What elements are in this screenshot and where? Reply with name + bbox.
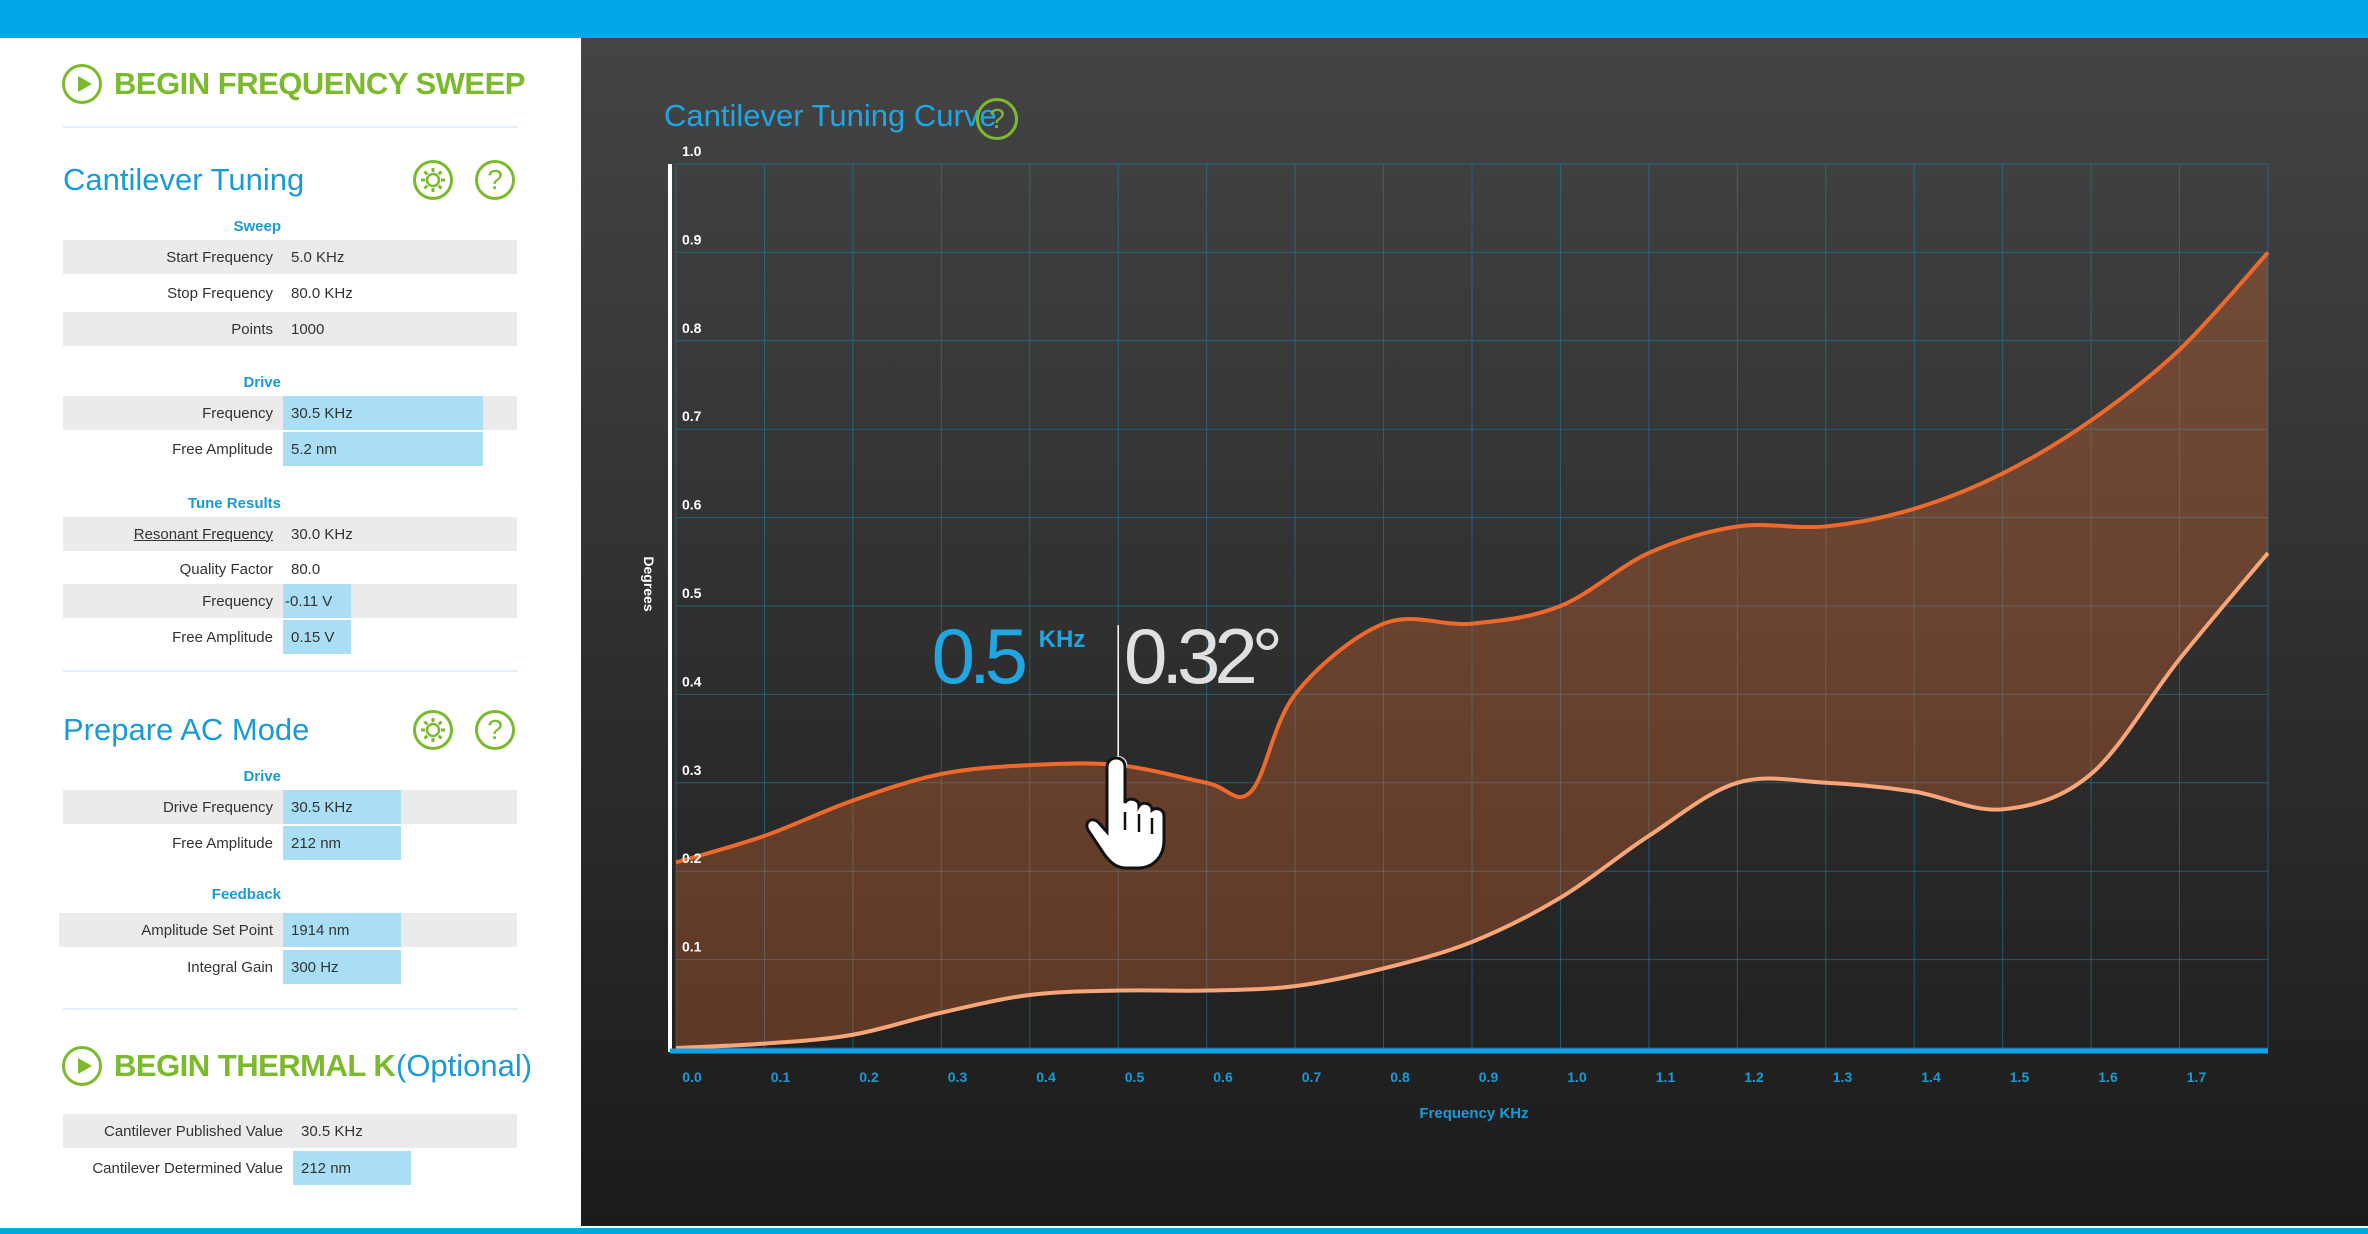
tune-results-heading: Tune Results [187,495,281,512]
result-frequency-input[interactable]: -0.11 V [283,584,351,618]
cantilever-tuning-title: Cantilever Tuning [63,162,305,197]
field-label: Cantilever Published Value [104,1122,283,1140]
gear-icon[interactable] [413,160,453,200]
resonant-frequency-row: Resonant Frequency 30.0 KHz [63,517,517,551]
quality-factor-row: Quality Factor 80.0 [63,552,517,586]
stop-frequency-value[interactable]: 80.0 KHz [283,276,353,310]
chart-panel [581,38,2368,1226]
play-icon [62,1046,102,1086]
field-label: Amplitude Set Point [141,921,273,939]
help-icon[interactable]: ? [976,98,1018,140]
field-label: Free Amplitude [172,834,273,852]
divider [63,670,517,672]
start-frequency-row: Start Frequency 5.0 KHz [63,240,517,274]
cantilever-published-value: 30.5 KHz [301,1122,363,1140]
stop-frequency-row: Stop Frequency 80.0 KHz [63,276,517,310]
start-frequency-value[interactable]: 5.0 KHz [283,240,344,274]
cantilever-determined-row: Cantilever Determined Value 212 nm [63,1151,517,1185]
cantilever-determined-input[interactable]: 212 nm [293,1151,411,1185]
drive-frequency-row: Frequency 30.5 KHz [63,396,517,430]
feedback-heading: Feedback [211,886,281,903]
result-frequency-row: Frequency -0.11 V [63,584,517,618]
field-label: Free Amplitude [172,440,273,458]
play-icon [62,64,102,104]
drive-frequency-input[interactable]: 30.5 KHz [283,396,483,430]
resonant-frequency-value: 30.0 KHz [291,525,353,543]
ac-free-amplitude-row: Free Amplitude 212 nm [63,826,517,860]
optional-label: (Optional) [396,1048,533,1083]
field-label: Stop Frequency [167,284,273,302]
field-label: Frequency [202,404,273,422]
field-label: Frequency [202,592,273,610]
bottom-accent-bar [0,1228,2368,1234]
drive-heading: Drive [243,374,281,391]
begin-thermal-k-label: BEGIN THERMAL K [114,1048,396,1083]
help-icon[interactable]: ? [475,160,515,200]
ac-free-amplitude-input[interactable]: 212 nm [283,826,401,860]
quality-factor-value: 80.0 [291,560,321,578]
drive-free-amplitude-input[interactable]: 5.2 nm [283,432,483,466]
drive-free-amplitude-row: Free Amplitude 5.2 nm [63,432,517,466]
points-row: Points 1000 [63,312,517,346]
result-free-amplitude-row: Free Amplitude 0.15 V [63,620,517,654]
field-label: Points [231,320,273,338]
help-icon[interactable]: ? [475,710,515,750]
gear-icon[interactable] [413,710,453,750]
ac-drive-frequency-input[interactable]: 30.5 KHz [283,790,401,824]
field-label: Drive Frequency [162,798,273,816]
field-label: Start Frequency [166,248,273,266]
ac-drive-frequency-row: Drive Frequency 30.5 KHz [63,790,517,824]
field-label: Quality Factor [179,560,273,578]
top-accent-bar [0,0,2368,38]
field-label: Cantilever Determined Value [92,1159,283,1177]
amplitude-set-point-row: Amplitude Set Point 1914 nm [59,913,517,947]
field-label: Integral Gain [187,958,273,976]
field-label: Free Amplitude [172,628,273,646]
ac-drive-heading: Drive [243,768,281,785]
divider [63,1008,517,1010]
sweep-heading: Sweep [233,218,281,235]
integral-gain-row: Integral Gain 300 Hz [63,950,517,984]
cantilever-published-row: Cantilever Published Value 30.5 KHz [63,1114,517,1148]
amplitude-set-point-input[interactable]: 1914 nm [283,913,401,947]
begin-thermal-k-button[interactable]: BEGIN THERMAL K [62,1046,396,1086]
integral-gain-input[interactable]: 300 Hz [283,950,401,984]
points-value[interactable]: 1000 [283,312,324,346]
chart-title: Cantilever Tuning Curve [664,98,997,133]
resonant-frequency-link[interactable]: Resonant Frequency [63,526,283,543]
divider [63,126,517,128]
prepare-ac-mode-title: Prepare AC Mode [63,712,310,747]
begin-frequency-sweep-button[interactable]: BEGIN FREQUENCY SWEEP [62,64,525,104]
result-free-amplitude-input[interactable]: 0.15 V [283,620,351,654]
begin-frequency-sweep-label: BEGIN FREQUENCY SWEEP [114,66,525,101]
